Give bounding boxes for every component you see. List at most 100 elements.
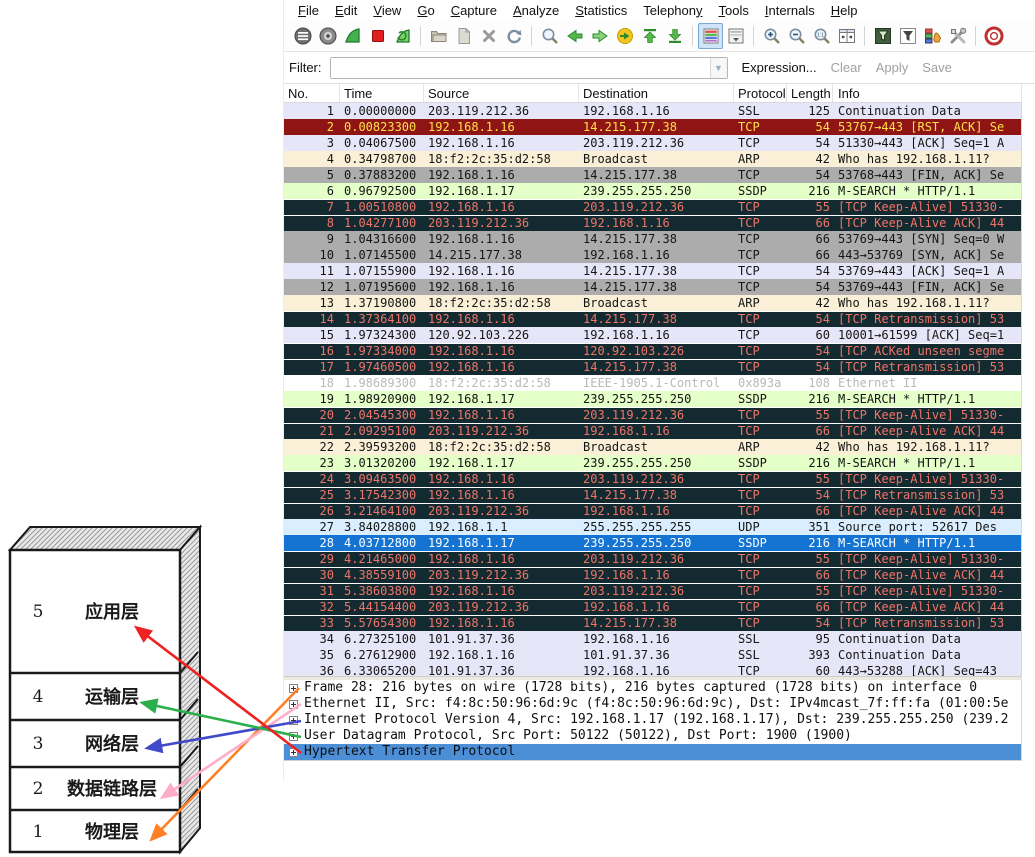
- packet-row[interactable]: 26 3.21464100 203.119.212.36 192.168.1.1…: [284, 503, 1021, 519]
- expand-plus-icon[interactable]: [289, 747, 298, 757]
- expand-plus-icon[interactable]: [289, 699, 298, 709]
- coloring-rules-icon[interactable]: [920, 23, 945, 49]
- expand-plus-icon[interactable]: [289, 683, 298, 693]
- packet-row[interactable]: 14 1.37364100 192.168.1.16 14.215.177.38…: [284, 311, 1021, 327]
- packet-row[interactable]: 5 0.37883200 192.168.1.16 14.215.177.38 …: [284, 167, 1021, 183]
- menu-go[interactable]: Go: [409, 1, 442, 20]
- detail-row[interactable]: Ethernet II, Src: f4:8c:50:96:6d:9c (f4:…: [284, 696, 1021, 712]
- packet-row[interactable]: 13 1.37190800 18:f2:2c:35:d2:58 Broadcas…: [284, 295, 1021, 311]
- column-header-info[interactable]: Info: [833, 84, 1022, 102]
- packet-row[interactable]: 2 0.00823300 192.168.1.16 14.215.177.38 …: [284, 119, 1021, 135]
- restart-capture-icon[interactable]: [390, 23, 415, 49]
- capture-filters-icon[interactable]: [870, 23, 895, 49]
- packet-row[interactable]: 17 1.97460500 192.168.1.16 14.215.177.38…: [284, 359, 1021, 375]
- clear-button[interactable]: Clear: [831, 60, 862, 75]
- cell-info: [TCP Keep-Alive] 51330-: [838, 472, 1005, 486]
- detail-row[interactable]: User Datagram Protocol, Src Port: 50122 …: [284, 728, 1021, 744]
- column-header-destination[interactable]: Destination: [579, 84, 734, 102]
- packet-row[interactable]: 11 1.07155900 192.168.1.16 14.215.177.38…: [284, 263, 1021, 279]
- expression-button[interactable]: Expression...: [742, 60, 817, 75]
- packet-row[interactable]: 20 2.04545300 192.168.1.16 203.119.212.3…: [284, 407, 1021, 423]
- packet-row[interactable]: 27 3.84028800 192.168.1.1 255.255.255.25…: [284, 519, 1021, 535]
- reload-icon[interactable]: [501, 23, 526, 49]
- go-to-packet-icon[interactable]: [612, 23, 637, 49]
- menu-view[interactable]: View: [365, 1, 409, 20]
- packet-row[interactable]: 35 6.27612900 192.168.1.16 101.91.37.36 …: [284, 647, 1021, 663]
- expand-plus-icon[interactable]: [289, 731, 298, 741]
- open-file-icon[interactable]: [426, 23, 451, 49]
- detail-row[interactable]: Internet Protocol Version 4, Src: 192.16…: [284, 712, 1021, 728]
- packet-row[interactable]: 9 1.04316600 192.168.1.16 14.215.177.38 …: [284, 231, 1021, 247]
- menu-tools[interactable]: Tools: [711, 1, 757, 20]
- zoom-out-icon[interactable]: [784, 23, 809, 49]
- start-capture-icon[interactable]: [340, 23, 365, 49]
- save-button[interactable]: Save: [922, 60, 952, 75]
- column-header-length[interactable]: Length: [787, 84, 833, 102]
- help-icon[interactable]: [981, 23, 1006, 49]
- stop-capture-icon[interactable]: [365, 23, 390, 49]
- menu-telephony[interactable]: Telephony: [635, 1, 710, 20]
- auto-scroll-icon[interactable]: [723, 23, 748, 49]
- packet-row[interactable]: 1 0.00000000 203.119.212.36 192.168.1.16…: [284, 103, 1021, 119]
- detail-row[interactable]: Hypertext Transfer Protocol: [284, 744, 1021, 760]
- column-header-time[interactable]: Time: [340, 84, 424, 102]
- packet-row[interactable]: 19 1.98920900 192.168.1.17 239.255.255.2…: [284, 391, 1021, 407]
- packet-row[interactable]: 6 0.96792500 192.168.1.17 239.255.255.25…: [284, 183, 1021, 199]
- packet-row[interactable]: 3 0.04067500 192.168.1.16 203.119.212.36…: [284, 135, 1021, 151]
- menu-internals[interactable]: Internals: [757, 1, 823, 20]
- cell-destination: 14.215.177.38: [583, 488, 677, 502]
- list-interfaces-icon[interactable]: [290, 23, 315, 49]
- preferences-icon[interactable]: [945, 23, 970, 49]
- packet-row[interactable]: 33 5.57654300 192.168.1.16 14.215.177.38…: [284, 615, 1021, 631]
- packet-row[interactable]: 15 1.97324300 120.92.103.226 192.168.1.1…: [284, 327, 1021, 343]
- packet-row[interactable]: 30 4.38559100 203.119.212.36 192.168.1.1…: [284, 567, 1021, 583]
- column-header-no[interactable]: No.: [284, 84, 340, 102]
- colorize-icon[interactable]: [698, 22, 723, 49]
- packet-row[interactable]: 23 3.01320200 192.168.1.17 239.255.255.2…: [284, 455, 1021, 471]
- capture-options-icon[interactable]: [315, 23, 340, 49]
- expand-plus-icon[interactable]: [289, 715, 298, 725]
- find-packet-icon[interactable]: [537, 23, 562, 49]
- detail-row[interactable]: Frame 28: 216 bytes on wire (1728 bits),…: [284, 680, 1021, 696]
- zoom-in-icon[interactable]: [759, 23, 784, 49]
- packet-row[interactable]: 12 1.07195600 192.168.1.16 14.215.177.38…: [284, 279, 1021, 295]
- display-filters-icon[interactable]: [895, 23, 920, 49]
- packet-row[interactable]: 25 3.17542300 192.168.1.16 14.215.177.38…: [284, 487, 1021, 503]
- packet-row[interactable]: 16 1.97334000 192.168.1.16 120.92.103.22…: [284, 343, 1021, 359]
- column-header-protocol[interactable]: Protocol: [734, 84, 787, 102]
- menu-edit[interactable]: Edit: [327, 1, 365, 20]
- cell-time: 1.07155900: [344, 264, 417, 278]
- packet-row[interactable]: 34 6.27325100 101.91.37.36 192.168.1.16 …: [284, 631, 1021, 647]
- menu-capture[interactable]: Capture: [443, 1, 505, 20]
- cell-protocol: TCP: [738, 504, 760, 518]
- packet-row[interactable]: 8 1.04277100 203.119.212.36 192.168.1.16…: [284, 215, 1021, 231]
- column-header-source[interactable]: Source: [424, 84, 579, 102]
- menu-file[interactable]: File: [290, 1, 327, 20]
- packet-row[interactable]: 31 5.38603800 192.168.1.16 203.119.212.3…: [284, 583, 1021, 599]
- packet-row[interactable]: 18 1.98689300 18:f2:2c:35:d2:58 IEEE-190…: [284, 375, 1021, 391]
- packet-row[interactable]: 21 2.09295100 203.119.212.36 192.168.1.1…: [284, 423, 1021, 439]
- go-back-icon[interactable]: [562, 23, 587, 49]
- filter-input[interactable]: [330, 57, 710, 78]
- packet-row[interactable]: 28 4.03712800 192.168.1.17 239.255.255.2…: [284, 535, 1021, 551]
- go-forward-icon[interactable]: [587, 23, 612, 49]
- packet-row[interactable]: 24 3.09463500 192.168.1.16 203.119.212.3…: [284, 471, 1021, 487]
- resize-columns-icon[interactable]: [834, 23, 859, 49]
- packet-row[interactable]: 22 2.39593200 18:f2:2c:35:d2:58 Broadcas…: [284, 439, 1021, 455]
- zoom-original-icon[interactable]: 1:1: [809, 23, 834, 49]
- menu-statistics[interactable]: Statistics: [567, 1, 635, 20]
- save-file-icon[interactable]: [451, 23, 476, 49]
- packet-row[interactable]: 36 6.33065200 101.91.37.36 192.168.1.16 …: [284, 663, 1021, 676]
- packet-row[interactable]: 7 1.00510800 192.168.1.16 203.119.212.36…: [284, 199, 1021, 215]
- go-top-icon[interactable]: [637, 23, 662, 49]
- packet-row[interactable]: 32 5.44154400 203.119.212.36 192.168.1.1…: [284, 599, 1021, 615]
- packet-row[interactable]: 29 4.21465000 192.168.1.16 203.119.212.3…: [284, 551, 1021, 567]
- filter-dropdown-arrow-icon[interactable]: ▼: [709, 57, 727, 78]
- packet-row[interactable]: 10 1.07145500 14.215.177.38 192.168.1.16…: [284, 247, 1021, 263]
- go-bottom-icon[interactable]: [662, 23, 687, 49]
- packet-row[interactable]: 4 0.34798700 18:f2:2c:35:d2:58 Broadcast…: [284, 151, 1021, 167]
- menu-help[interactable]: Help: [823, 1, 866, 20]
- menu-analyze[interactable]: Analyze: [505, 1, 567, 20]
- close-file-icon[interactable]: [476, 23, 501, 49]
- apply-button[interactable]: Apply: [876, 60, 909, 75]
